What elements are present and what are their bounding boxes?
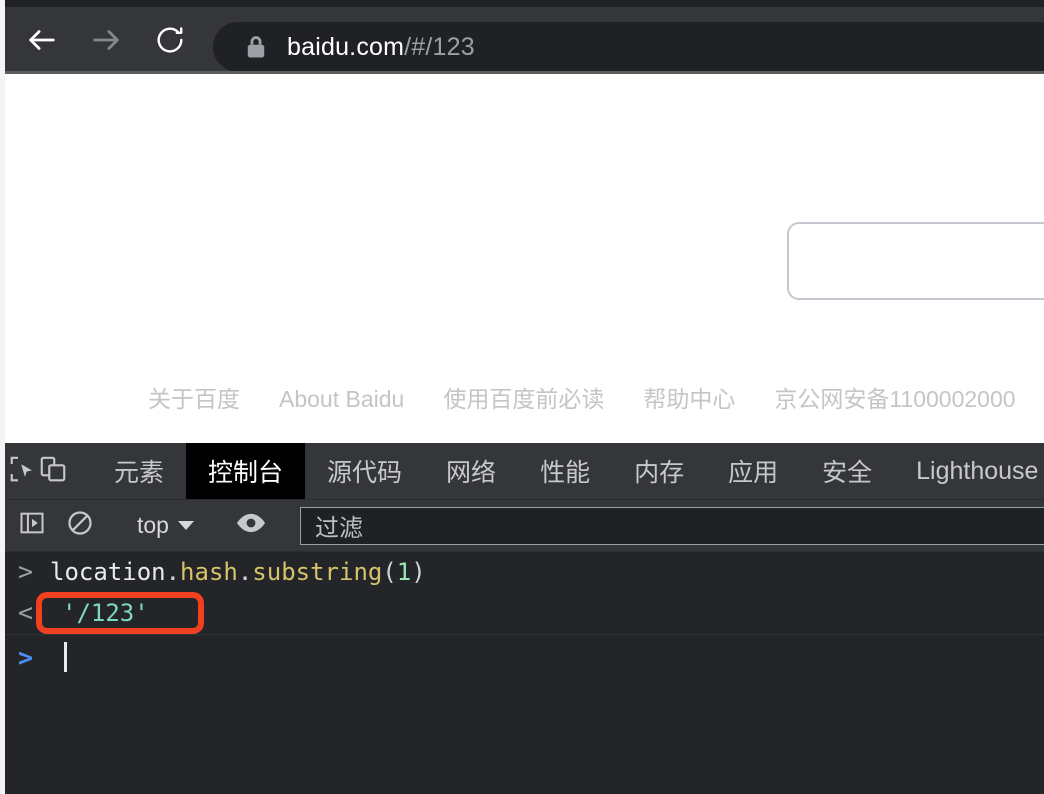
expression-paren-close: ): [411, 557, 426, 586]
arrow-right-icon: [89, 23, 123, 57]
expression-dot-2: .: [237, 557, 253, 586]
footer-link-terms[interactable]: 使用百度前必读: [443, 380, 604, 414]
text-cursor: [64, 642, 67, 672]
url-host: baidu.com: [287, 32, 405, 61]
expression-dot-1: .: [165, 557, 181, 586]
tab-memory[interactable]: 内存: [612, 443, 706, 499]
console-expression: location.hash.substring(1): [50, 558, 426, 586]
page-footer: 关于百度 About Baidu 使用百度前必读 帮助中心 京公网安备11000…: [0, 380, 1044, 414]
address-bar[interactable]: baidu.com/#/123: [213, 22, 1044, 72]
execution-context-label: top: [137, 512, 169, 538]
tab-elements[interactable]: 元素: [92, 443, 186, 499]
browser-toolbar: baidu.com/#/123: [0, 7, 1044, 73]
console-filter-input[interactable]: 过滤: [299, 506, 1044, 545]
footer-link-about-baidu-en[interactable]: About Baidu: [279, 386, 404, 413]
clear-console-button[interactable]: [56, 509, 104, 542]
lock-icon[interactable]: [245, 35, 267, 59]
url-path: /#/123: [404, 32, 475, 61]
execution-context-selector[interactable]: top: [129, 512, 202, 539]
tab-console[interactable]: 控制台: [186, 443, 306, 499]
console-input-row[interactable]: > location.hash.substring(1): [0, 552, 1044, 591]
console-input-chevron-icon: >: [18, 557, 34, 586]
expression-object: location: [50, 557, 166, 586]
console-prompt-row[interactable]: >: [0, 635, 1044, 679]
console-sidebar-icon: [18, 509, 46, 542]
reload-button[interactable]: [142, 12, 198, 68]
tab-sources[interactable]: 源代码: [305, 443, 424, 499]
clear-console-icon: [66, 509, 94, 542]
tab-lighthouse[interactable]: Lighthouse: [894, 443, 1044, 499]
live-expression-eye-icon: [235, 511, 267, 540]
window-left-edge: [0, 0, 5, 794]
console-sidebar-button[interactable]: [8, 509, 56, 542]
browser-window: baidu.com/#/123 关于百度 About Baidu 使用百度前必读…: [0, 0, 1044, 794]
back-button[interactable]: [14, 12, 70, 68]
tab-network[interactable]: 网络: [424, 443, 518, 499]
forward-button[interactable]: [78, 12, 134, 68]
tab-performance[interactable]: 性能: [518, 443, 612, 499]
reload-icon: [154, 24, 186, 56]
live-expression-button[interactable]: [227, 511, 275, 540]
search-input[interactable]: [787, 222, 1044, 300]
expression-method: substring: [252, 557, 383, 586]
devtools-tab-bar: 元素 控制台 源代码 网络 性能 内存 应用 安全 Lighthouse: [0, 443, 1044, 500]
console-result-row: < '/123': [0, 591, 1044, 635]
tab-application[interactable]: 应用: [706, 443, 800, 499]
console-toolbar: top 过滤: [0, 500, 1044, 552]
console-output: > location.hash.substring(1) < '/123' >: [0, 552, 1044, 794]
chevron-down-icon: [177, 521, 194, 530]
address-bar-url: baidu.com/#/123: [287, 33, 475, 62]
tab-security[interactable]: 安全: [800, 443, 894, 499]
footer-link-icp-record[interactable]: 京公网安备1100002000: [774, 380, 1015, 414]
arrow-left-icon: [25, 23, 59, 57]
console-result-value: '/123': [62, 598, 149, 627]
console-prompt-chevron-icon: >: [18, 642, 34, 672]
footer-link-about-baidu-cn[interactable]: 关于百度: [148, 380, 240, 414]
tab-strip: [0, 0, 1044, 7]
devtools-panel: 元素 控制台 源代码 网络 性能 内存 应用 安全 Lighthouse top…: [0, 443, 1044, 794]
expression-argument: 1: [396, 557, 412, 586]
page-viewport: 关于百度 About Baidu 使用百度前必读 帮助中心 京公网安备11000…: [0, 74, 1044, 443]
expression-property: hash: [180, 557, 238, 586]
footer-link-help-center[interactable]: 帮助中心: [643, 380, 735, 414]
inspect-element-button[interactable]: [8, 443, 38, 499]
expression-paren-open: (: [382, 557, 397, 586]
toggle-device-toolbar-button[interactable]: [38, 443, 68, 499]
inspect-element-icon: [8, 454, 38, 489]
device-toolbar-icon: [38, 454, 68, 489]
console-output-chevron-icon: <: [18, 598, 34, 627]
